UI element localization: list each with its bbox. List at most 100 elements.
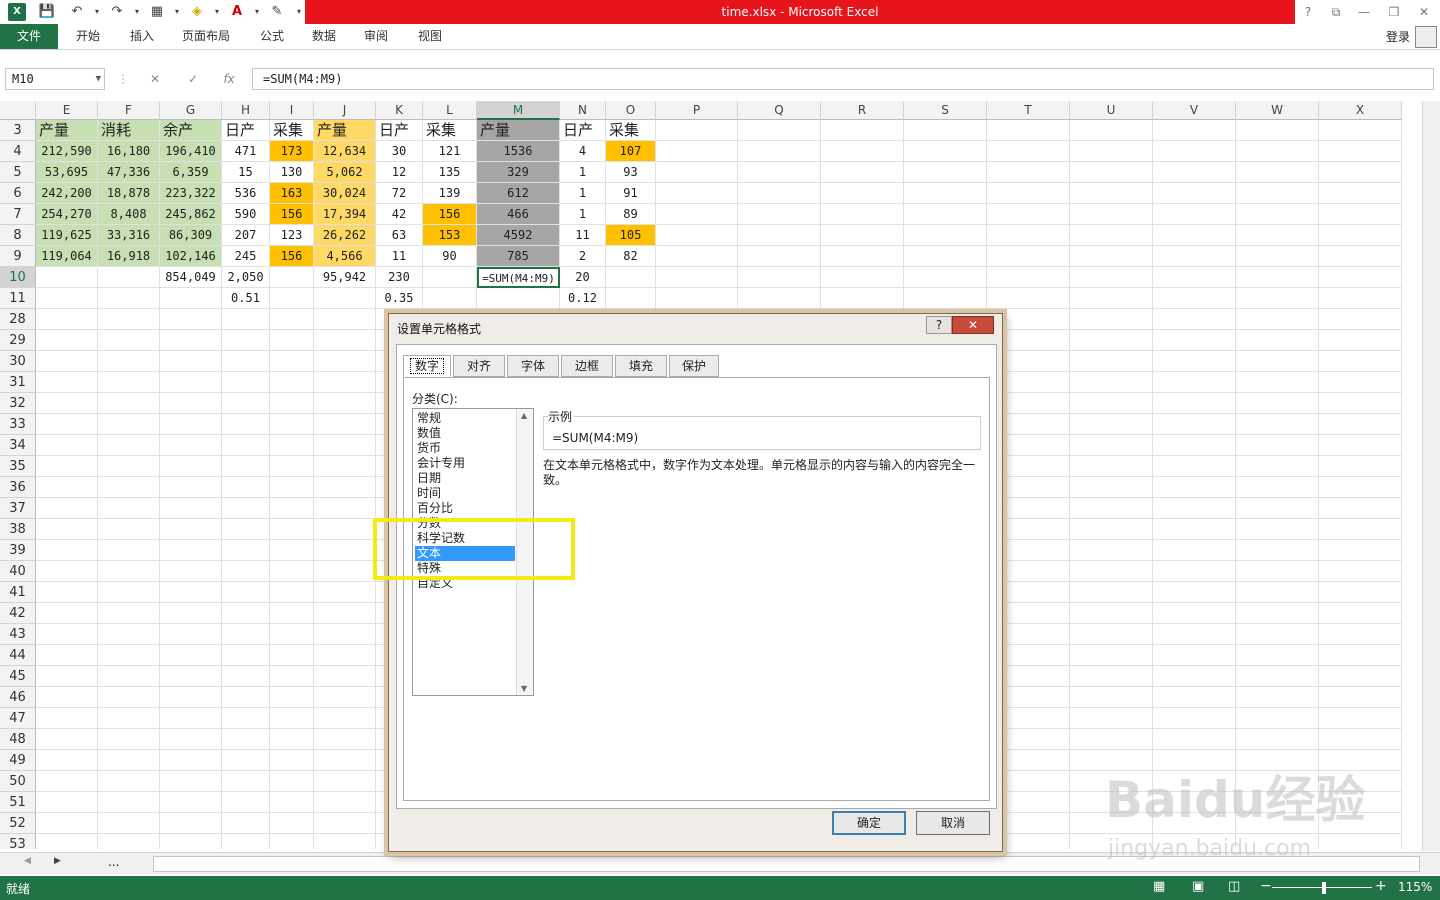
- cell-e11[interactable]: [36, 288, 98, 309]
- cell-n5[interactable]: 1: [560, 162, 606, 183]
- cell[interactable]: [1319, 183, 1402, 204]
- cell[interactable]: [1070, 351, 1153, 372]
- cell[interactable]: [1236, 729, 1319, 750]
- cell[interactable]: [1319, 477, 1402, 498]
- cell[interactable]: [1236, 561, 1319, 582]
- col-header-s[interactable]: S: [904, 101, 987, 120]
- cell[interactable]: [1236, 477, 1319, 498]
- cell[interactable]: [98, 519, 160, 540]
- cell[interactable]: [656, 225, 738, 246]
- cell[interactable]: [1070, 162, 1153, 183]
- row-header-3[interactable]: 3: [0, 120, 36, 141]
- cell-n9[interactable]: 2: [560, 246, 606, 267]
- cell-h9[interactable]: 245: [222, 246, 270, 267]
- cell[interactable]: [160, 435, 222, 456]
- tab-alignment[interactable]: 对齐: [453, 355, 505, 377]
- cell-e7[interactable]: 254,270: [36, 204, 98, 225]
- cell[interactable]: [1319, 729, 1402, 750]
- cell[interactable]: [1153, 267, 1236, 288]
- cell[interactable]: [270, 666, 314, 687]
- cell[interactable]: [987, 288, 1070, 309]
- row-header-53[interactable]: 53: [0, 834, 36, 849]
- cell[interactable]: [1319, 372, 1402, 393]
- cell-f5[interactable]: 47,336: [98, 162, 160, 183]
- cell[interactable]: [1153, 477, 1236, 498]
- cell[interactable]: [1236, 246, 1319, 267]
- tab-review[interactable]: 审阅: [354, 24, 398, 49]
- cell-n7[interactable]: 1: [560, 204, 606, 225]
- cell-f4[interactable]: 16,180: [98, 141, 160, 162]
- cell[interactable]: [160, 729, 222, 750]
- cell-e10[interactable]: [36, 267, 98, 288]
- cell[interactable]: [1070, 414, 1153, 435]
- cell-h5[interactable]: 15: [222, 162, 270, 183]
- cell[interactable]: [1153, 246, 1236, 267]
- cell-k10[interactable]: 230: [376, 267, 423, 288]
- cell[interactable]: [1070, 393, 1153, 414]
- cell[interactable]: [314, 393, 376, 414]
- cell[interactable]: [98, 330, 160, 351]
- row-header-4[interactable]: 4: [0, 141, 36, 162]
- cell-n8[interactable]: 11: [560, 225, 606, 246]
- cell[interactable]: [98, 624, 160, 645]
- cell[interactable]: [222, 813, 270, 834]
- cell[interactable]: [160, 813, 222, 834]
- cell[interactable]: [1236, 435, 1319, 456]
- ok-button[interactable]: 确定: [832, 811, 906, 835]
- col-header-x[interactable]: X: [1319, 101, 1402, 120]
- cell[interactable]: [98, 813, 160, 834]
- row-header-51[interactable]: 51: [0, 792, 36, 813]
- cell-h8[interactable]: 207: [222, 225, 270, 246]
- cell[interactable]: [987, 246, 1070, 267]
- cell-k9[interactable]: 11: [376, 246, 423, 267]
- page-break-view-icon[interactable]: ◫: [1228, 879, 1240, 894]
- cell[interactable]: [222, 309, 270, 330]
- cell[interactable]: [36, 834, 98, 849]
- cell[interactable]: [222, 666, 270, 687]
- cell[interactable]: [160, 771, 222, 792]
- row-header-52[interactable]: 52: [0, 813, 36, 834]
- cell[interactable]: [821, 288, 904, 309]
- cell-k7[interactable]: 42: [376, 204, 423, 225]
- col-header-p[interactable]: P: [656, 101, 738, 120]
- cell-j4[interactable]: 12,634: [314, 141, 376, 162]
- cell-g7[interactable]: 245,862: [160, 204, 222, 225]
- row-header-48[interactable]: 48: [0, 729, 36, 750]
- category-item[interactable]: 货币: [415, 441, 515, 456]
- cell[interactable]: [160, 834, 222, 849]
- cell[interactable]: [270, 708, 314, 729]
- cell-k4[interactable]: 30: [376, 141, 423, 162]
- cell[interactable]: [314, 603, 376, 624]
- cell[interactable]: [987, 183, 1070, 204]
- format-painter-icon[interactable]: ✎: [266, 2, 288, 22]
- cancel-formula-icon[interactable]: ✕: [144, 70, 166, 88]
- cell[interactable]: [738, 120, 821, 141]
- cell-h4[interactable]: 471: [222, 141, 270, 162]
- cell[interactable]: [314, 771, 376, 792]
- cell[interactable]: [1236, 687, 1319, 708]
- cell[interactable]: [160, 330, 222, 351]
- cell[interactable]: [314, 519, 376, 540]
- cell[interactable]: [1153, 309, 1236, 330]
- cell[interactable]: [36, 771, 98, 792]
- cell[interactable]: [36, 540, 98, 561]
- cell[interactable]: [160, 414, 222, 435]
- cell[interactable]: [1319, 666, 1402, 687]
- cell[interactable]: [1070, 246, 1153, 267]
- cell[interactable]: [98, 540, 160, 561]
- cell[interactable]: [36, 351, 98, 372]
- cell[interactable]: [314, 309, 376, 330]
- cell[interactable]: [656, 288, 738, 309]
- cell-l8[interactable]: 153: [423, 225, 477, 246]
- row-header-34[interactable]: 34: [0, 435, 36, 456]
- sheet-more[interactable]: ...: [108, 855, 119, 869]
- col-header-f[interactable]: F: [98, 101, 160, 120]
- cell[interactable]: [270, 645, 314, 666]
- cell-l4[interactable]: 121: [423, 141, 477, 162]
- cell-o8[interactable]: 105: [606, 225, 656, 246]
- ribbon-display-icon[interactable]: ⧉: [1322, 0, 1350, 24]
- cell[interactable]: [36, 624, 98, 645]
- cell[interactable]: [36, 498, 98, 519]
- cell[interactable]: [1236, 162, 1319, 183]
- dialog-close-button[interactable]: ✕: [952, 316, 994, 334]
